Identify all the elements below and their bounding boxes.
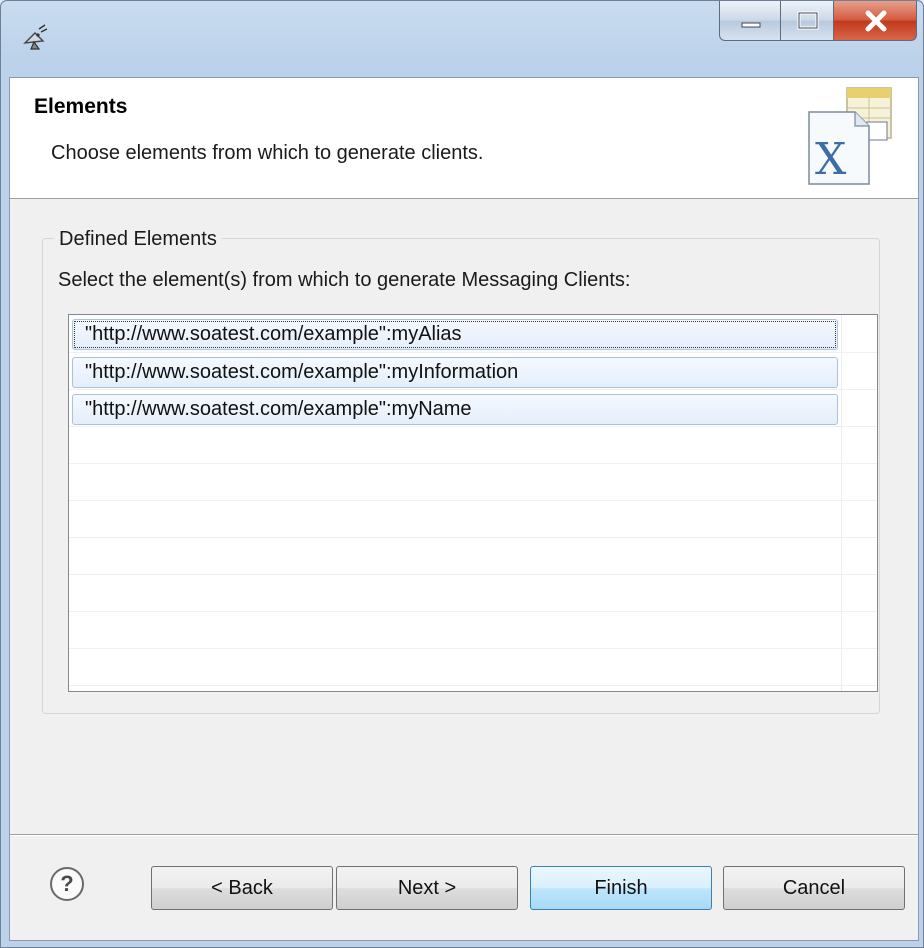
help-icon[interactable]: ? xyxy=(50,867,84,901)
cancel-button[interactable]: Cancel xyxy=(723,866,905,910)
maximize-button[interactable] xyxy=(780,1,834,41)
column-separator xyxy=(841,315,842,691)
wizard-banner: Elements Choose elements from which to g… xyxy=(10,78,918,199)
close-icon xyxy=(865,10,887,32)
list-row xyxy=(69,574,877,612)
xml-schema-icon: X xyxy=(808,87,892,185)
elements-list[interactable]: "http://www.soatest.com/example":myAlias… xyxy=(68,314,878,692)
footer-divider-highlight xyxy=(10,835,918,836)
minimize-icon xyxy=(741,22,761,28)
group-legend: Defined Elements xyxy=(54,228,222,251)
page-title: Elements xyxy=(34,95,128,118)
back-button[interactable]: < Back xyxy=(151,866,333,910)
svg-text:X: X xyxy=(815,134,847,185)
page-description: Choose elements from which to generate c… xyxy=(51,142,484,164)
minimize-button[interactable] xyxy=(719,1,781,41)
list-item[interactable]: "http://www.soatest.com/example":myInfor… xyxy=(72,357,838,388)
title-bar[interactable] xyxy=(1,1,923,77)
list-row xyxy=(69,463,877,501)
list-row xyxy=(69,648,877,686)
dialog-window: Elements Choose elements from which to g… xyxy=(0,0,924,948)
dialog-content: Elements Choose elements from which to g… xyxy=(9,77,919,941)
maximize-icon xyxy=(797,11,819,30)
instruction-label: Select the element(s) from which to gene… xyxy=(58,269,631,291)
finish-button[interactable]: Finish xyxy=(530,866,712,910)
list-row xyxy=(69,500,877,538)
list-row xyxy=(69,426,877,464)
next-button[interactable]: Next > xyxy=(336,866,518,910)
list-row xyxy=(69,537,877,575)
list-item[interactable]: "http://www.soatest.com/example":myName xyxy=(72,394,838,425)
satellite-icon xyxy=(23,24,48,50)
close-button[interactable] xyxy=(833,1,917,41)
list-row xyxy=(69,611,877,649)
list-item[interactable]: "http://www.soatest.com/example":myAlias xyxy=(72,319,838,350)
